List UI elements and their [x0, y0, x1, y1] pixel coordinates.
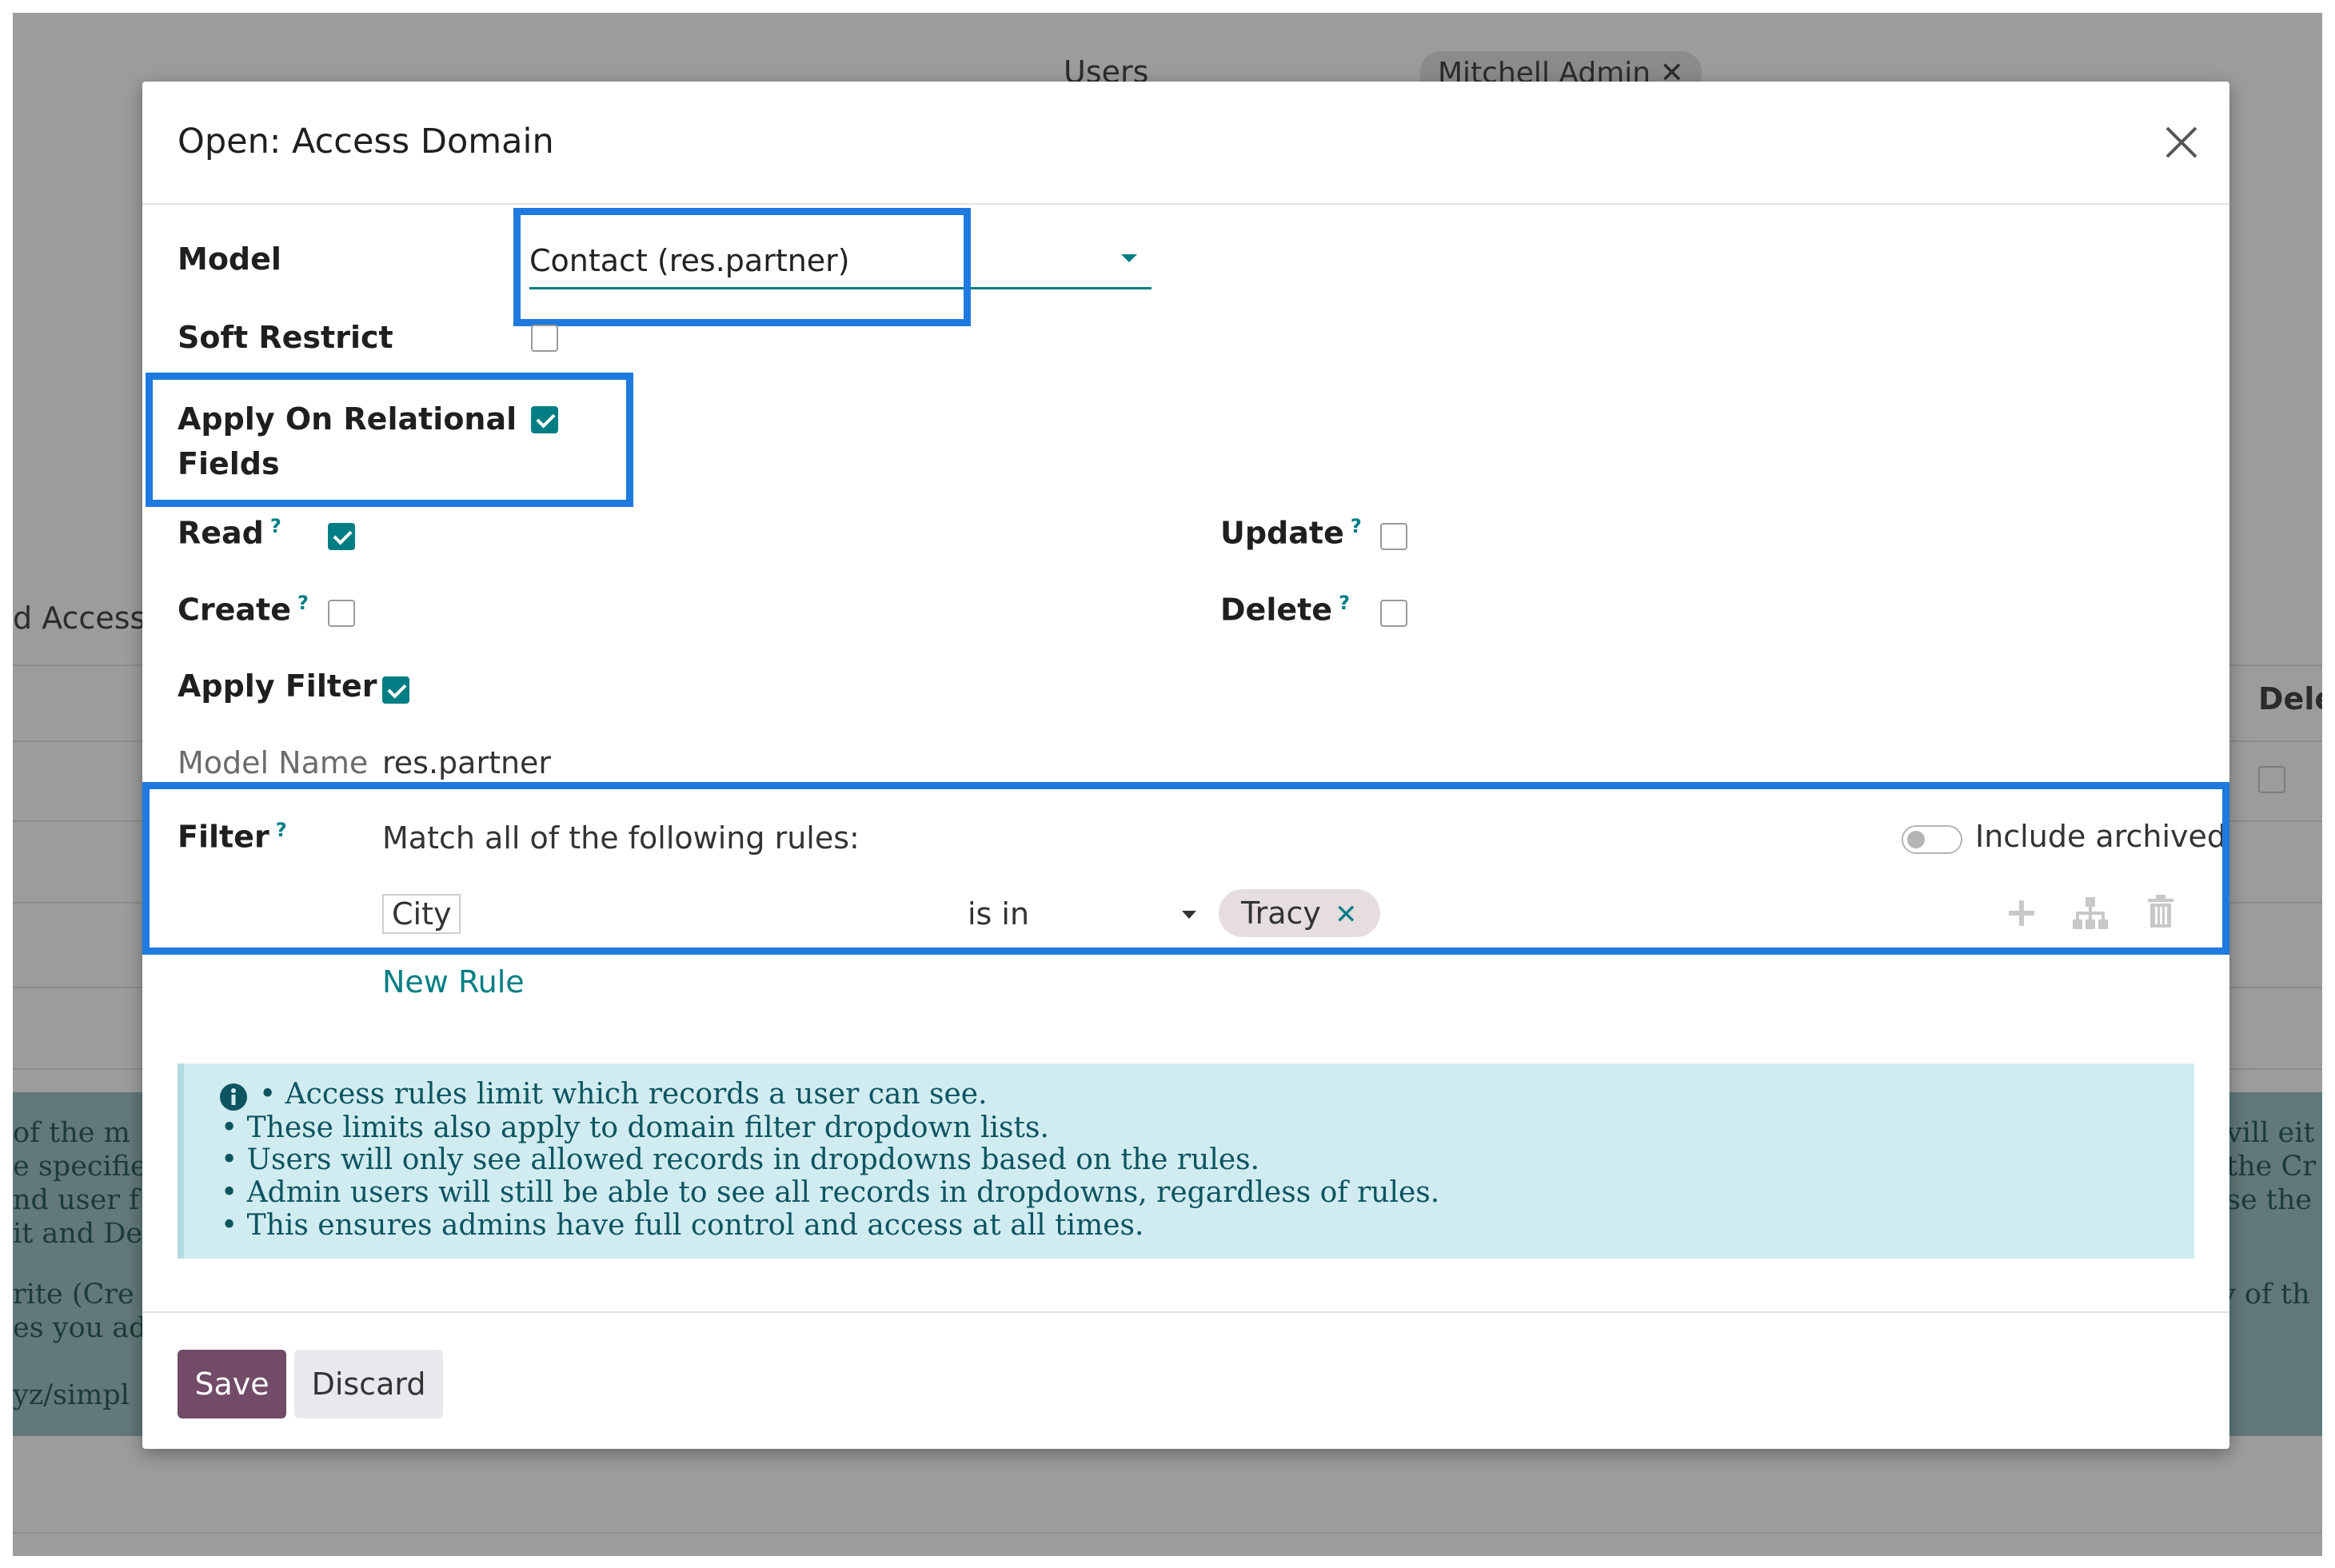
apply-filter-label: Apply Filter — [178, 668, 377, 704]
model-name-value: res.partner — [382, 745, 552, 780]
close-button[interactable] — [2161, 122, 2202, 163]
delete-label: Delete? — [1220, 592, 1350, 628]
delete-help-icon[interactable]: ? — [1339, 592, 1350, 614]
read-checkbox[interactable] — [328, 523, 355, 550]
discard-button[interactable]: Discard — [294, 1350, 443, 1418]
delete-column-label: Dele — [2258, 681, 2322, 716]
read-help-icon[interactable]: ? — [270, 515, 281, 537]
access-domain-dialog: Open: Access Domain Model Contact (res.p… — [142, 82, 2229, 1449]
info-line: • Admin users will still be able to see … — [221, 1176, 1440, 1209]
filter-highlight-box — [142, 782, 2229, 955]
background-left-text-2: rite (Cre es you ad — [13, 1279, 147, 1344]
info-line: • Access rules limit which records a use… — [259, 1078, 988, 1111]
update-checkbox[interactable] — [1380, 523, 1407, 550]
dialog-title: Open: Access Domain — [178, 122, 554, 162]
background-right-text-2: y of th — [2220, 1279, 2310, 1311]
create-help-icon[interactable]: ? — [297, 592, 309, 614]
caret-down-icon[interactable] — [1120, 251, 1139, 265]
header-divider — [142, 203, 2229, 205]
apply-filter-checkbox[interactable] — [382, 676, 409, 704]
model-highlight-box — [513, 208, 971, 326]
save-button[interactable]: Save — [178, 1350, 286, 1418]
update-help-icon[interactable]: ? — [1351, 515, 1362, 537]
read-label: Read? — [178, 515, 281, 551]
info-line: • Users will only see allowed records in… — [221, 1143, 1260, 1176]
soft-restrict-label: Soft Restrict — [178, 320, 393, 355]
background-checkbox — [2258, 766, 2285, 793]
close-icon — [2165, 126, 2197, 158]
info-alert: • Access rules limit which records a use… — [178, 1063, 2194, 1259]
model-name-label: Model Name — [178, 745, 369, 780]
soft-restrict-checkbox[interactable] — [531, 325, 558, 352]
model-label: Model — [178, 241, 281, 277]
create-label: Create? — [178, 592, 309, 628]
info-circle-icon — [220, 1083, 247, 1111]
new-rule-link[interactable]: New Rule — [382, 964, 525, 999]
access-column-label: d Access — [13, 600, 146, 636]
info-line: • These limits also apply to domain filt… — [221, 1111, 1049, 1144]
delete-checkbox[interactable] — [1380, 600, 1407, 627]
update-label: Update? — [1220, 515, 1362, 551]
background-right-text: vill eit the Cr se the — [2226, 1117, 2316, 1216]
row-divider — [13, 1532, 2322, 1534]
info-line: • This ensures admins have full control … — [221, 1209, 1144, 1242]
footer-divider — [142, 1311, 2229, 1313]
background-left-link: yz/simpl — [13, 1379, 130, 1411]
apply-relational-highlight-box — [146, 373, 633, 507]
background-left-text: of the m e specifie nd user f it and De — [13, 1117, 147, 1250]
create-checkbox[interactable] — [328, 600, 355, 627]
